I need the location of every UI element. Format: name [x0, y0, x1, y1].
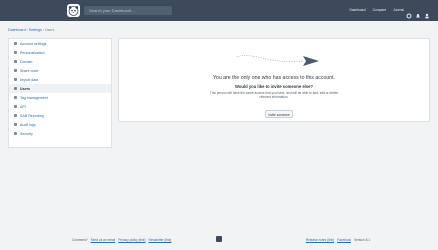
sidebar-item-audit-logs[interactable]: Audit logs — [9, 120, 111, 129]
send-arrow-icon — [236, 55, 319, 66]
settings-sidebar: Account settings Personalization Domain … — [8, 38, 112, 148]
sidebar-item-domain[interactable]: Domain — [9, 57, 111, 66]
sidebar-item-label: API — [20, 104, 26, 109]
breadcrumb-settings[interactable]: Settings — [29, 28, 42, 32]
sidebar-item-users[interactable]: Users — [9, 84, 111, 93]
empty-state-description: This person will have the same access th… — [209, 91, 339, 99]
share-icon — [14, 69, 17, 72]
search-input[interactable]: Search your Dashboard... — [84, 6, 172, 15]
users-icon — [14, 87, 17, 90]
user-icon[interactable] — [424, 6, 430, 19]
invite-someone-button[interactable]: Invite someone — [265, 110, 293, 118]
shield-icon — [14, 132, 17, 135]
sidebar-item-label: Tag management — [20, 95, 48, 100]
sidebar-item-label: Security — [20, 131, 33, 136]
footer-comment-label: Comment? — [72, 238, 88, 242]
breadcrumb: Dashboard › Settings › Users — [8, 28, 54, 33]
tag-icon — [14, 96, 17, 99]
palette-icon — [14, 51, 17, 54]
empty-state-subtitle: Would you like to invite someone else? — [234, 84, 314, 89]
nav-link-journal[interactable]: Journal — [393, 8, 404, 12]
sidebar-item-tag-management[interactable]: Tag management — [9, 93, 111, 102]
top-icons — [406, 6, 430, 19]
sidebar-item-api[interactable]: API — [9, 102, 111, 111]
sidebar-item-account-settings[interactable]: Account settings — [9, 39, 111, 48]
sidebar-item-label: Import data — [20, 77, 39, 82]
footer-version: Version 8.1 — [354, 238, 370, 242]
sidebar-item-personalization[interactable]: Personalization — [9, 48, 111, 57]
top-bar: Search your Dashboard... Dashboard Compa… — [0, 0, 438, 21]
nav-link-dashboard[interactable]: Dashboard — [349, 8, 365, 12]
sidebar-item-label: Personalization — [20, 50, 45, 55]
import-icon — [14, 78, 17, 81]
top-links: Dashboard Compare Journal — [349, 8, 404, 12]
sidebar-item-security[interactable]: Security — [9, 129, 111, 138]
footer-link-newsletter[interactable]: Newsletter (link) — [149, 238, 172, 242]
footer-link-privacy[interactable]: Privacy policy (link) — [118, 238, 145, 242]
gear-icon — [14, 42, 17, 45]
code-icon — [14, 105, 17, 108]
users-empty-state-panel: You are the only one who has access to t… — [118, 38, 430, 122]
sidebar-item-sab-reporting[interactable]: SAB Reporting — [9, 111, 111, 120]
sidebar-item-label: Audit logs — [20, 122, 36, 127]
sidebar-item-label: SAB Reporting — [20, 113, 44, 118]
footer-link-release-notes[interactable]: Release notes (link) — [306, 238, 334, 242]
search-placeholder: Search your Dashboard... — [89, 8, 135, 13]
empty-state-title: You are the only one who has access to t… — [212, 75, 336, 81]
log-icon — [14, 123, 17, 126]
footer-right: Release notes (link) Facebook Version 8.… — [306, 238, 370, 242]
footer-link-email[interactable]: Send us an email — [91, 238, 116, 242]
footer-link-facebook[interactable]: Facebook — [337, 238, 351, 242]
sidebar-item-label: Users — [20, 86, 30, 91]
footer-logo-icon — [216, 236, 222, 242]
sidebar-item-label: Account settings — [20, 41, 47, 46]
footer-left: Comment? Send us an email Privacy policy… — [72, 238, 171, 242]
panda-logo-icon[interactable] — [67, 4, 80, 17]
sidebar-item-label: Share code — [20, 68, 39, 73]
globe-icon — [14, 60, 17, 63]
sidebar-item-share-code[interactable]: Share code — [9, 66, 111, 75]
breadcrumb-dashboard[interactable]: Dashboard — [8, 28, 26, 32]
nav-link-compare[interactable]: Compare — [373, 8, 387, 12]
gear-icon[interactable] — [406, 6, 412, 19]
footer: Comment? Send us an email Privacy policy… — [0, 235, 438, 245]
breadcrumb-current: Users — [45, 28, 55, 32]
sidebar-item-import-data[interactable]: Import data — [9, 75, 111, 84]
sidebar-item-label: Domain — [20, 59, 33, 64]
bell-icon[interactable] — [415, 6, 421, 18]
report-icon — [14, 114, 17, 117]
